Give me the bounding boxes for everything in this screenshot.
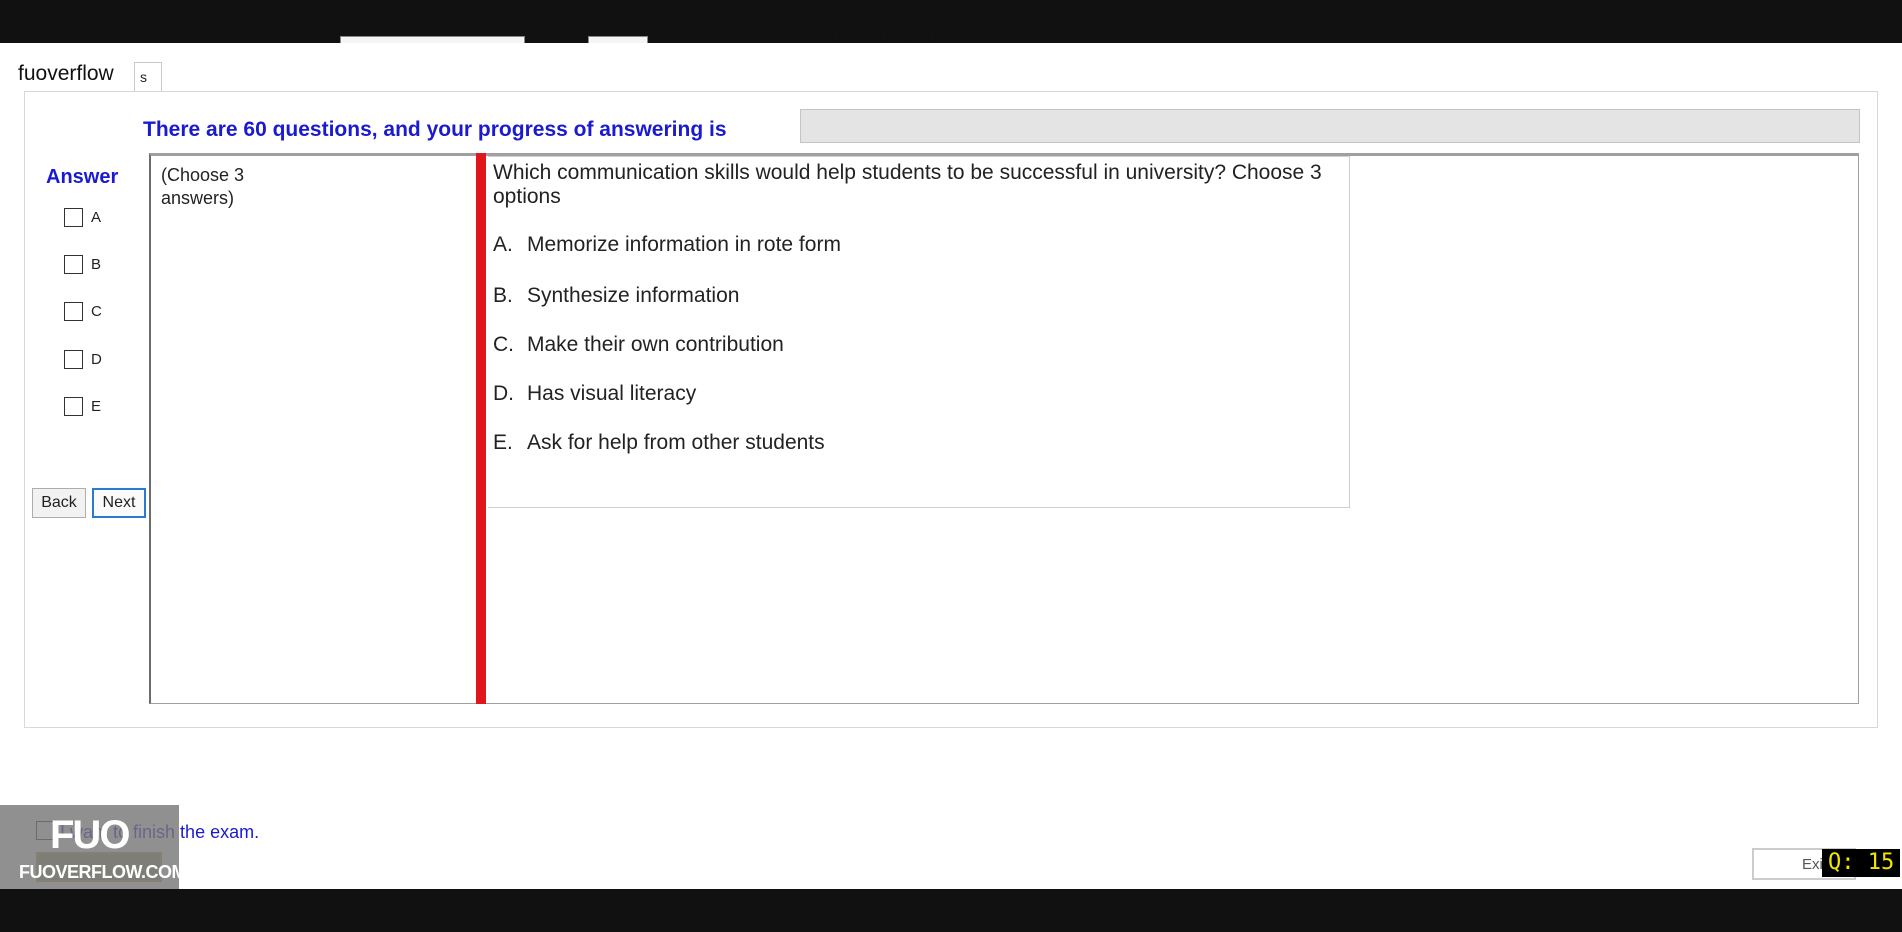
option-c: C. Make their own contribution bbox=[493, 333, 784, 356]
back-button[interactable]: Back bbox=[32, 488, 86, 518]
answer-e-checkbox[interactable] bbox=[64, 397, 83, 416]
brand-text: fuoverflow bbox=[18, 62, 114, 85]
tab-questions[interactable]: s bbox=[134, 62, 162, 92]
next-button[interactable]: Next bbox=[92, 488, 146, 518]
answer-a-checkbox[interactable] bbox=[64, 208, 83, 227]
logo-url: FUOVERFLOW.COM bbox=[19, 862, 187, 882]
top-small-field[interactable] bbox=[588, 36, 648, 43]
option-a: A. Memorize information in rote form bbox=[493, 233, 841, 256]
option-d: D. Has visual literacy bbox=[493, 382, 697, 405]
answer-c[interactable]: C bbox=[64, 302, 102, 321]
option-text: Memorize information in rote form bbox=[527, 233, 841, 256]
answer-d-checkbox[interactable] bbox=[64, 350, 83, 369]
progress-label: There are 60 questions, and your progres… bbox=[143, 118, 727, 141]
bottom-bar bbox=[0, 889, 1902, 932]
exam-timer: 00:00 bbox=[800, 11, 939, 43]
question-text: Which communication skills would help st… bbox=[493, 161, 1322, 208]
option-text: Synthesize information bbox=[527, 284, 740, 307]
fuoverflow-logo: FUO FUOVERFLOW.COM bbox=[0, 805, 187, 889]
answer-e[interactable]: E bbox=[64, 397, 101, 416]
option-text: Has visual literacy bbox=[527, 382, 697, 405]
top-bar: 00:00 bbox=[0, 0, 1902, 43]
question-number-badge: Q: 15 bbox=[1822, 849, 1901, 877]
top-dropdown[interactable] bbox=[340, 36, 525, 43]
red-divider[interactable] bbox=[476, 153, 486, 704]
option-b: B. Synthesize information bbox=[493, 284, 740, 307]
option-text: Ask for help from other students bbox=[527, 431, 825, 454]
answer-b[interactable]: B bbox=[64, 255, 101, 274]
option-e: E. Ask for help from other students bbox=[493, 431, 825, 454]
logo-mark: FUO bbox=[50, 813, 130, 857]
answer-label: Answer bbox=[46, 166, 119, 188]
answer-b-checkbox[interactable] bbox=[64, 255, 83, 274]
answer-c-checkbox[interactable] bbox=[64, 302, 83, 321]
progress-bar bbox=[800, 109, 1860, 143]
option-text: Make their own contribution bbox=[527, 333, 784, 356]
answer-d[interactable]: D bbox=[64, 350, 102, 369]
choose-instruction: (Choose 3 answers) bbox=[161, 165, 245, 208]
answer-a[interactable]: A bbox=[64, 208, 101, 227]
